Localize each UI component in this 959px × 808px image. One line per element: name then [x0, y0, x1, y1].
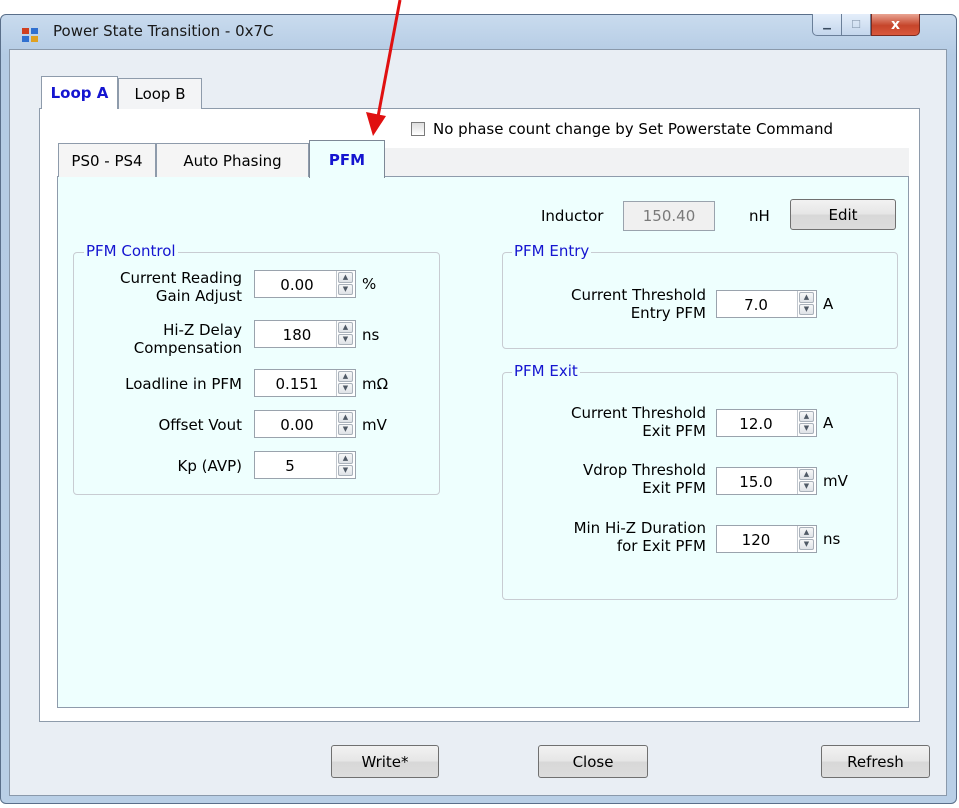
- spin-down-icon[interactable]: ▼: [799, 539, 814, 550]
- exit-current-threshold-spinner[interactable]: 12.0 ▲ ▼: [716, 409, 817, 437]
- spin-up-icon[interactable]: ▲: [338, 322, 353, 333]
- spin-down-icon[interactable]: ▼: [338, 465, 353, 476]
- close-button[interactable]: Close: [538, 745, 648, 778]
- spin-up-icon[interactable]: ▲: [338, 412, 353, 423]
- loadline-label: Loadline in PFM: [125, 375, 242, 393]
- pfm-entry-title: PFM Entry: [512, 242, 592, 260]
- vdrop-threshold-spinner[interactable]: 15.0 ▲ ▼: [716, 467, 817, 495]
- hiz-delay-unit: ns: [362, 326, 380, 344]
- kp-avp-label: Kp (AVP): [177, 457, 242, 475]
- hiz-delay-label: Hi-Z Delay Compensation: [133, 321, 242, 357]
- vdrop-threshold-unit: mV: [823, 472, 848, 490]
- hiz-delay-spinner[interactable]: 180 ▲ ▼: [254, 320, 356, 348]
- offset-vout-label: Offset Vout: [158, 416, 243, 434]
- spin-down-icon[interactable]: ▼: [799, 304, 814, 315]
- spin-up-icon[interactable]: ▲: [338, 272, 353, 283]
- no-phase-count-change-label[interactable]: No phase count change by Set Powerstate …: [433, 120, 833, 138]
- entry-current-threshold-spinner[interactable]: 7.0 ▲ ▼: [716, 290, 817, 318]
- tab-loop-a[interactable]: Loop A: [41, 76, 118, 109]
- spin-down-icon[interactable]: ▼: [338, 334, 353, 345]
- spin-down-icon[interactable]: ▼: [338, 383, 353, 394]
- spin-up-icon[interactable]: ▲: [799, 527, 814, 538]
- spin-up-icon[interactable]: ▲: [799, 411, 814, 422]
- entry-current-threshold-label: Current Threshold Entry PFM: [570, 286, 706, 322]
- spin-down-icon[interactable]: ▼: [338, 284, 353, 295]
- spin-down-icon[interactable]: ▼: [799, 423, 814, 434]
- tab-ps0-ps4[interactable]: PS0 - PS4: [58, 143, 156, 177]
- exit-current-threshold-label: Current Threshold Exit PFM: [570, 404, 706, 440]
- current-reading-label: Current Reading Gain Adjust: [120, 269, 242, 305]
- close-icon: x: [890, 16, 901, 33]
- minimize-button[interactable]: ▁: [812, 14, 842, 36]
- spin-up-icon[interactable]: ▲: [338, 453, 353, 464]
- spin-down-icon[interactable]: ▼: [799, 481, 814, 492]
- refresh-button[interactable]: Refresh: [821, 745, 930, 778]
- spin-down-icon[interactable]: ▼: [338, 424, 353, 435]
- write-button[interactable]: Write*: [331, 745, 439, 778]
- inductor-label: Inductor: [541, 207, 604, 225]
- pfm-control-title: PFM Control: [84, 242, 178, 260]
- inductor-value-field: 150.40: [623, 201, 715, 231]
- inner-tab-strip: [385, 148, 909, 176]
- annotation-arrow-icon: [366, 0, 402, 136]
- loadline-spinner[interactable]: 0.151 ▲ ▼: [254, 369, 356, 397]
- minimize-icon: ▁: [823, 19, 831, 30]
- offset-vout-spinner[interactable]: 0.00 ▲ ▼: [254, 410, 356, 438]
- tab-pfm[interactable]: PFM: [309, 140, 385, 178]
- pfm-exit-title: PFM Exit: [512, 362, 580, 380]
- offset-vout-unit: mV: [362, 416, 387, 434]
- min-hiz-duration-label: Min Hi-Z Duration for Exit PFM: [573, 519, 706, 555]
- maximize-button[interactable]: ☐: [842, 14, 871, 36]
- kp-avp-spinner[interactable]: 5 ▲ ▼: [254, 451, 356, 479]
- tab-auto-phasing[interactable]: Auto Phasing: [156, 143, 309, 177]
- close-window-button[interactable]: x: [871, 14, 920, 36]
- current-reading-gain-spinner[interactable]: 0.00 ▲ ▼: [254, 270, 356, 298]
- maximize-icon: ☐: [851, 18, 861, 31]
- vdrop-threshold-label: Vdrop Threshold Exit PFM: [582, 461, 706, 497]
- current-reading-unit: %: [362, 275, 377, 293]
- exit-current-threshold-unit: A: [823, 414, 834, 432]
- min-hiz-duration-spinner[interactable]: 120 ▲ ▼: [716, 525, 817, 553]
- spin-up-icon[interactable]: ▲: [799, 469, 814, 480]
- tab-loop-b[interactable]: Loop B: [118, 78, 202, 109]
- loadline-unit: mΩ: [362, 375, 389, 393]
- app-icon: [22, 28, 38, 42]
- spin-up-icon[interactable]: ▲: [338, 371, 353, 382]
- spin-up-icon[interactable]: ▲: [799, 292, 814, 303]
- inductor-edit-button[interactable]: Edit: [790, 199, 896, 230]
- inductor-unit: nH: [749, 207, 770, 225]
- min-hiz-duration-unit: ns: [823, 530, 841, 548]
- window-title: Power State Transition - 0x7C: [53, 22, 274, 40]
- entry-current-threshold-unit: A: [823, 295, 834, 313]
